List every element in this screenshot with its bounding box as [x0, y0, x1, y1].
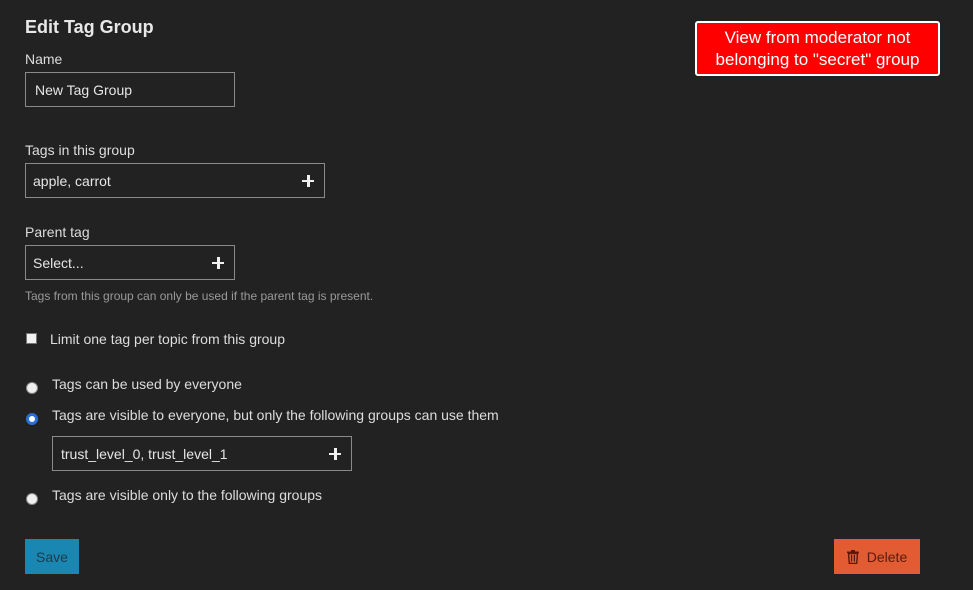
parent-tag-select-value: Select...	[33, 254, 84, 271]
radio-everyone-label: Tags can be used by everyone	[52, 376, 242, 392]
groups-input-value: trust_level_0, trust_level_1	[61, 445, 228, 462]
name-input-value: New Tag Group	[35, 81, 133, 98]
parent-tag-select[interactable]: Select...	[25, 245, 235, 280]
name-label: Name	[25, 51, 63, 67]
radio-visible-only-label: Tags are visible only to the following g…	[52, 487, 323, 503]
delete-button-label: Delete	[866, 548, 908, 565]
groups-input[interactable]: trust_level_0, trust_level_1	[52, 436, 352, 471]
radio-everyone[interactable]	[26, 382, 38, 394]
limit-one-label: Limit one tag per topic from this group	[50, 331, 286, 347]
annotation-callout: View from moderator not belonging to "se…	[695, 21, 940, 76]
tags-label: Tags in this group	[25, 142, 135, 158]
radio-visible-only[interactable]	[26, 493, 38, 505]
annotation-line-1: View from moderator not	[724, 27, 911, 47]
tags-input[interactable]: apple, carrot	[25, 163, 325, 198]
save-button[interactable]: Save	[25, 539, 79, 574]
parent-tag-hint: Tags from this group can only be used if…	[25, 289, 374, 303]
plus-icon[interactable]	[302, 174, 314, 187]
tags-input-value: apple, carrot	[33, 172, 111, 189]
radio-visible-restricted-label: Tags are visible to everyone, but only t…	[52, 407, 499, 423]
plus-icon[interactable]	[212, 256, 224, 269]
delete-button[interactable]: Delete	[834, 539, 920, 574]
parent-tag-label: Parent tag	[25, 224, 90, 240]
limit-one-checkbox[interactable]	[26, 333, 37, 344]
radio-visible-restricted[interactable]	[26, 413, 38, 425]
annotation-line-2: belonging to "secret" group	[715, 49, 920, 69]
plus-icon[interactable]	[329, 447, 341, 460]
name-input[interactable]: New Tag Group	[25, 72, 235, 107]
trash-icon	[846, 549, 859, 564]
page-title: Edit Tag Group	[25, 17, 154, 37]
